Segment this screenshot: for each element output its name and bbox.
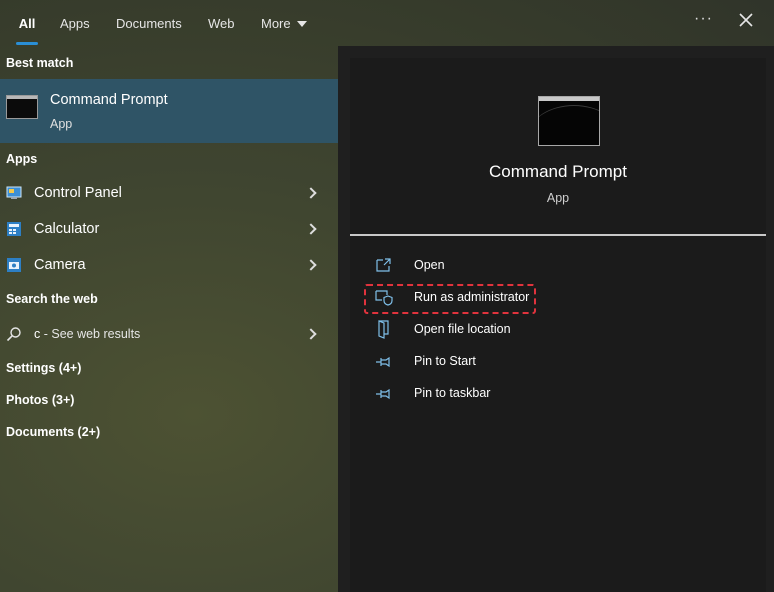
tab-documents-label: Documents — [116, 15, 182, 31]
detail-divider — [350, 234, 766, 236]
close-icon[interactable] — [736, 10, 756, 30]
tab-documents[interactable]: Documents — [116, 0, 182, 46]
app-item-label: Calculator — [34, 221, 100, 237]
highlight-run-as-administrator — [364, 284, 536, 314]
app-item-control-panel[interactable]: Control Panel — [0, 175, 338, 211]
app-item-camera[interactable]: Camera — [0, 247, 338, 283]
command-prompt-icon — [538, 96, 600, 146]
section-apps: Apps — [6, 152, 38, 166]
tab-all[interactable]: All — [8, 0, 46, 46]
tab-all-label: All — [18, 15, 36, 31]
tab-apps-label: Apps — [60, 15, 90, 31]
tab-apps[interactable]: Apps — [60, 0, 90, 46]
detail-subtitle: App — [546, 191, 570, 205]
camera-icon — [7, 258, 21, 272]
pin-icon — [376, 356, 390, 368]
action-label: Pin to taskbar — [414, 386, 491, 400]
section-photos[interactable]: Photos (3+) — [6, 393, 74, 407]
section-best-match: Best match — [6, 56, 74, 70]
best-match-subtitle: App — [50, 117, 73, 131]
folder-icon — [378, 320, 389, 339]
section-search-web: Search the web — [6, 292, 98, 306]
action-label: Open — [414, 258, 445, 272]
chevron-right-icon[interactable] — [305, 328, 317, 340]
best-match-command-prompt[interactable]: Command Prompt App — [0, 79, 338, 143]
search-tab-bar: All Apps Documents Web More ··· — [0, 0, 774, 46]
detail-pane: Command Prompt App Open Run as administr… — [338, 46, 774, 592]
chevron-right-icon[interactable] — [305, 259, 317, 271]
section-documents[interactable]: Documents (2+) — [6, 425, 100, 439]
section-settings[interactable]: Settings (4+) — [6, 361, 81, 375]
detail-title: Command Prompt — [489, 162, 627, 181]
command-prompt-icon — [6, 95, 38, 119]
web-search-label: c - See web results — [34, 327, 140, 341]
action-label: Pin to Start — [414, 354, 476, 368]
open-icon — [376, 258, 391, 272]
chevron-right-icon[interactable] — [305, 187, 317, 199]
app-item-label: Camera — [34, 257, 86, 273]
web-search-result[interactable]: c - See web results — [0, 316, 338, 352]
calculator-icon — [7, 222, 21, 236]
action-label: Open file location — [414, 322, 511, 336]
best-match-title: Command Prompt — [50, 92, 168, 108]
pin-icon — [376, 388, 390, 400]
web-search-suffix: - See web results — [40, 327, 141, 341]
control-panel-icon — [6, 186, 22, 199]
tab-web[interactable]: Web — [208, 0, 235, 46]
chevron-down-icon — [296, 20, 307, 27]
chevron-right-icon[interactable] — [305, 223, 317, 235]
search-icon — [6, 327, 21, 342]
app-item-label: Control Panel — [34, 185, 122, 201]
tab-web-label: Web — [208, 15, 235, 31]
more-options-icon[interactable]: ··· — [694, 10, 713, 28]
tab-more-label: More — [261, 15, 291, 31]
tab-more[interactable]: More — [261, 0, 307, 46]
app-item-calculator[interactable]: Calculator — [0, 211, 338, 247]
detail-card: Command Prompt App Open Run as administr… — [350, 58, 766, 592]
